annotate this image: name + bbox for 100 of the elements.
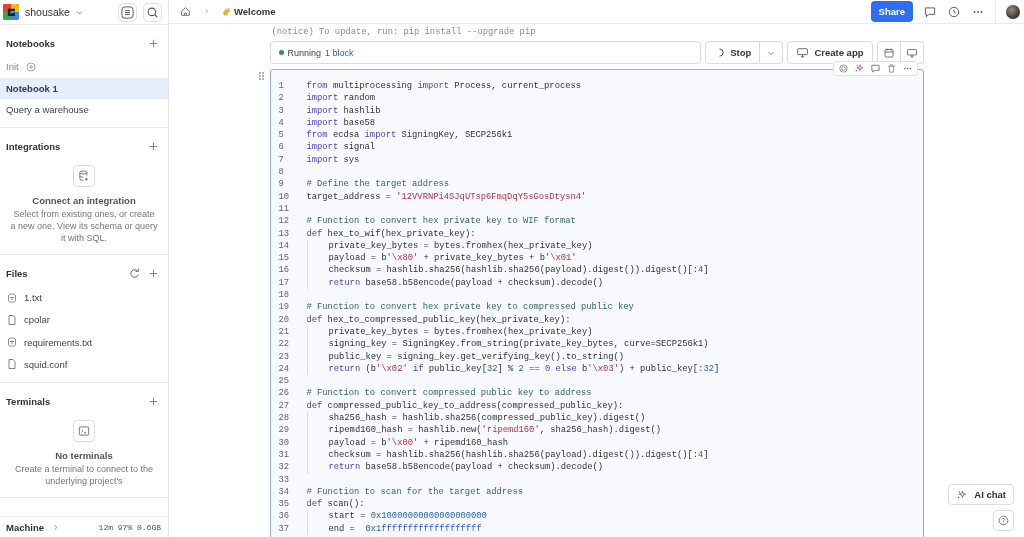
line-number: 29 <box>277 424 291 437</box>
line-number: 25 <box>277 375 291 388</box>
line-number: 4 <box>277 116 285 130</box>
line-number: 23 <box>277 350 291 363</box>
sparkle-icon <box>956 488 969 501</box>
empty-state-title: No terminals <box>55 449 113 461</box>
file-icon <box>6 358 18 371</box>
line-number: 8 <box>277 166 285 179</box>
history-icon[interactable] <box>947 4 961 19</box>
line-number: 28 <box>277 412 291 425</box>
empty-state-text: Select from existing ones, or create a new one. View its schema or query it with SQL. <box>10 207 158 245</box>
code-line: signing_key = SigningKey.from_string(private_key_bytes, curve=SECP256k1) <box>328 338 709 351</box>
line-number: 1 <box>277 80 285 93</box>
code-line: import base58 <box>306 116 376 130</box>
comment-icon[interactable] <box>923 4 937 19</box>
run-status-text: Running <box>287 47 322 58</box>
code-line: import hashlib <box>306 104 381 117</box>
code-line: public_key = signing_key.get_verifying_key().to_string() <box>328 350 625 363</box>
line-number: 34 <box>277 485 291 499</box>
line-number: 20 <box>277 313 291 326</box>
code-line: target_address = '12VVRNPi4SJqUTsp6FmqDqY5sGosDtysn4' <box>306 190 587 203</box>
empty-state-text: Create a terminal to connect to the underlying project's <box>13 462 155 488</box>
monitor-icon <box>905 46 918 59</box>
add-icon[interactable] <box>147 37 160 50</box>
text-file-icon <box>6 336 18 349</box>
workspace-switcher[interactable]: shousake <box>25 6 85 18</box>
line-number: 30 <box>277 436 291 449</box>
status-dot-icon <box>278 50 284 55</box>
machine-stats: 12m 97% 0.6GB <box>98 522 161 532</box>
line-number: 27 <box>277 399 291 412</box>
code-line: # Define the target address <box>306 178 450 191</box>
file-item[interactable]: cpolar <box>0 308 168 331</box>
trash-icon[interactable] <box>885 63 897 74</box>
code-line: sha256_hash = hashlib.sha256(compressed_public_key).digest() <box>328 412 646 425</box>
line-number: 14 <box>277 239 291 253</box>
line-number: 19 <box>277 301 291 314</box>
code-line: from multiprocessing import Process, current_process <box>306 80 582 93</box>
line-number: 13 <box>277 227 291 240</box>
line-number: 12 <box>277 215 291 228</box>
line-number: 22 <box>277 338 291 351</box>
menu-icon <box>120 4 135 20</box>
line-number: 21 <box>277 325 291 339</box>
code-line: # Function to convert hex private key to WIF format <box>306 215 576 228</box>
monitor-icon <box>796 46 810 59</box>
line-number: 24 <box>277 362 291 376</box>
machine-button[interactable]: Machine <box>6 521 61 533</box>
stop-button[interactable]: Stop <box>705 41 761 64</box>
line-number: 6 <box>277 141 285 154</box>
line-number: 15 <box>277 252 291 265</box>
calendar-icon <box>882 46 895 59</box>
notebook-item[interactable]: Init <box>0 56 168 78</box>
sparkle-icon[interactable] <box>853 63 865 74</box>
workspace-logo <box>3 4 19 20</box>
code-line: private_key_bytes = bytes.fromhex(hex_private_key) <box>328 239 593 253</box>
home-icon[interactable] <box>179 5 192 18</box>
menu-button[interactable] <box>118 2 137 22</box>
code-line: payload = b'\x00' + ripemd160_hash <box>328 436 508 449</box>
comment-icon[interactable] <box>869 63 881 74</box>
add-circle-icon[interactable] <box>24 60 37 73</box>
code-line: def scan(): <box>306 498 365 511</box>
notebook-item[interactable]: Query a warehouse <box>0 99 168 121</box>
code-line: import sys <box>306 153 360 167</box>
code-line: return base58.b58encode(payload + checksum).decode() <box>328 276 604 290</box>
refresh-icon[interactable] <box>128 267 141 281</box>
code-line: checksum = hashlib.sha256(hashlib.sha256(payload).digest()).digest()[:4] <box>328 264 709 277</box>
code-line: def hex_to_compressed_public_key(hex_private_key): <box>306 313 571 326</box>
code-line: return base58.b58encode(payload + checksum).decode() <box>328 461 604 474</box>
code-line: end = 0x1fffffffffffffffffff <box>328 522 482 535</box>
code-line: # Function to convert compressed public key to address <box>306 387 592 400</box>
section-title: Files <box>6 268 28 280</box>
line-number: 3 <box>277 104 285 117</box>
notebook-item[interactable]: Notebook 1 <box>0 77 168 99</box>
file-item[interactable]: 1.txt <box>0 286 168 309</box>
file-icon <box>6 313 18 326</box>
breadcrumb-link[interactable]: Welcome <box>221 6 276 17</box>
ai-chat-button[interactable]: AI chat <box>948 484 1014 505</box>
target-icon[interactable] <box>837 63 849 74</box>
code-line: payload = b'\x80' + private_key_bytes + b'\x01' <box>328 252 577 265</box>
code-line: private_key_bytes = bytes.fromhex(hex_private_key) <box>328 325 593 339</box>
line-number: 16 <box>277 264 291 277</box>
running-block-link[interactable]: 1 block <box>325 47 354 58</box>
line-number: 33 <box>277 473 291 486</box>
code-line: # Function to convert hex private key to compressed public key <box>306 301 634 314</box>
help-button[interactable] <box>993 510 1014 531</box>
file-item[interactable]: requirements.txt <box>0 331 168 354</box>
code-line: import signal <box>306 141 376 154</box>
share-button[interactable]: Share <box>870 1 913 22</box>
line-number: 7 <box>277 153 285 167</box>
output-text: (notice) To update, run: pip install --upgrade pip <box>270 26 537 39</box>
line-number: 32 <box>277 461 291 474</box>
line-number: 9 <box>277 178 285 191</box>
code-line: # Function to scan for the target address <box>306 485 523 499</box>
line-number: 37 <box>277 522 291 535</box>
line-number: 35 <box>277 498 291 511</box>
file-item[interactable]: squid.conf <box>0 353 168 376</box>
search-button[interactable] <box>143 2 162 22</box>
code-line: checksum = hashlib.sha256(hashlib.sha256(payload).digest()).digest()[:4] <box>328 448 709 462</box>
user-avatar[interactable] <box>1006 4 1020 19</box>
create-app-button[interactable]: Create app <box>787 41 873 64</box>
code-line: start = 0x10000000000000000000 <box>328 510 487 523</box>
